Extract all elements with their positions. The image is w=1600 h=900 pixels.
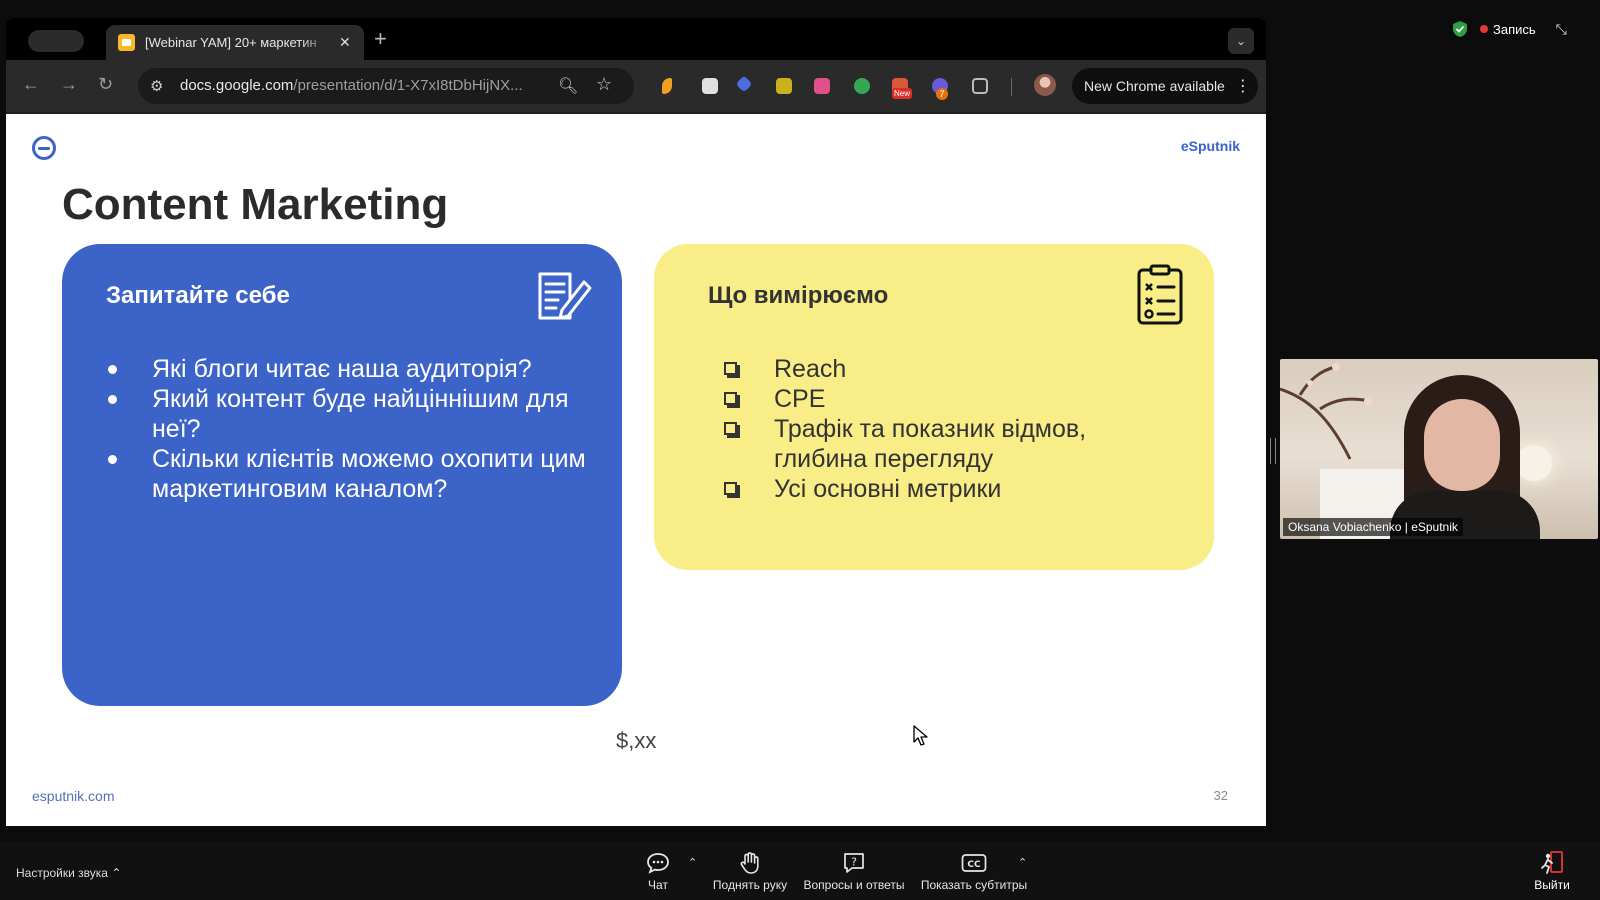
show-captions-label: Показать субтитры — [920, 878, 1028, 892]
checkbox-icon — [724, 362, 737, 375]
back-arrow-icon[interactable]: ← — [22, 74, 40, 95]
more-vertical-icon[interactable]: ⋮ — [1235, 76, 1251, 96]
tab-strip: [Webinar YAM] 20+ маркетин ✕ + ⌄ — [6, 18, 1266, 60]
question-bubble-icon: ? — [844, 853, 864, 873]
reload-icon[interactable]: ↻ — [98, 74, 113, 95]
leave-door-icon — [1541, 851, 1563, 874]
bookmark-star-icon[interactable]: ☆ — [596, 74, 612, 95]
svg-text:?: ? — [851, 856, 857, 869]
site-info-icon[interactable]: ⚙ — [150, 77, 163, 95]
extension-6-icon[interactable] — [854, 78, 870, 94]
browser-window: [Webinar YAM] 20+ маркетин ✕ + ⌄ ← → ↻ ⚙… — [6, 18, 1266, 826]
slide-title: Content Marketing — [62, 180, 449, 229]
chrome-update-label: New Chrome available — [1084, 78, 1225, 94]
tab-close-icon[interactable]: ✕ — [339, 34, 351, 51]
captions-options-chevron-up-icon[interactable]: ⌃ — [1018, 856, 1027, 869]
svg-text:CC: CC — [967, 860, 981, 870]
qa-label: Вопросы и ответы — [803, 878, 905, 892]
chat-button[interactable]: Чат — [638, 850, 678, 892]
tab-presentation[interactable]: [Webinar YAM] 20+ маркетин ✕ — [106, 25, 364, 60]
document-pen-icon — [538, 272, 592, 320]
url-host: docs.google.com — [180, 77, 294, 94]
security-shield-icon[interactable] — [1452, 20, 1468, 38]
list-item: CPE — [722, 384, 1182, 414]
chrome-update-button[interactable]: New Chrome available ⋮ — [1072, 68, 1258, 104]
extension-3-icon[interactable] — [735, 75, 753, 93]
meeting-controls-bar: Настройки звука ⌃ Чат ⌃ Поднять руку ? В… — [0, 842, 1600, 900]
list-item: Reach — [722, 354, 1182, 384]
mouse-pointer-icon — [913, 725, 928, 746]
extension-5-icon[interactable] — [814, 78, 830, 94]
checkbox-icon — [724, 392, 737, 405]
what-we-measure-card: Що вимірюємо Reach CPE Трафік та показни… — [654, 244, 1214, 570]
price-placeholder: $,хх — [616, 728, 657, 753]
clipboard-checklist-icon — [1137, 264, 1183, 325]
slide-page-number: 32 — [1213, 788, 1228, 803]
list-item: Які блоги читає наша аудиторія? — [106, 354, 586, 384]
raise-hand-button[interactable]: Поднять руку — [708, 850, 792, 892]
participant-name: Oksana Vobiachenko | eSputnik — [1283, 518, 1463, 536]
extension-2-icon[interactable] — [702, 78, 718, 94]
chevron-up-icon: ⌃ — [111, 866, 122, 880]
what-we-measure-heading: Що вимірюємо — [708, 282, 889, 309]
recording-indicator: Запись ⤡ — [1452, 18, 1567, 40]
zoom-magnifier-icon[interactable]: 🔍︎ — [558, 76, 578, 96]
extension-count-badge: 7 — [936, 88, 948, 100]
list-item: Який контент буде найціннішим для неї? — [106, 384, 586, 444]
leave-button[interactable]: Выйти — [1530, 850, 1574, 892]
extension-4-icon[interactable] — [776, 78, 792, 94]
esputnik-logo-icon — [32, 136, 56, 160]
leave-label: Выйти — [1534, 878, 1570, 892]
participant-face — [1424, 399, 1500, 491]
url-text[interactable]: docs.google.com/presentation/d/1-X7xI8tD… — [180, 77, 523, 94]
url-path: /presentation/d/1-X7xI8tDbHijNX... — [293, 77, 523, 94]
tab-title: [Webinar YAM] 20+ маркетин — [145, 35, 317, 50]
raise-hand-label: Поднять руку — [712, 878, 788, 892]
ask-yourself-list: Які блоги читає наша аудиторія? Який кон… — [106, 354, 586, 504]
presentation-slide: eSputnik Content Marketing Запитайте себ… — [6, 114, 1266, 826]
recording-dot-icon — [1480, 25, 1488, 33]
address-bar[interactable]: ⚙ docs.google.com/presentation/d/1-X7xI8… — [138, 68, 634, 104]
panel-resize-handle[interactable] — [1270, 438, 1276, 464]
audio-settings-label: Настройки звука — [16, 866, 108, 880]
ask-yourself-heading: Запитайте себе — [106, 282, 290, 309]
audio-settings-button[interactable]: Настройки звука ⌃ — [16, 866, 121, 880]
chat-label: Чат — [648, 878, 668, 892]
hand-icon — [740, 852, 759, 874]
extension-1-icon[interactable] — [662, 78, 672, 94]
checkbox-icon — [724, 422, 737, 435]
chat-options-chevron-up-icon[interactable]: ⌃ — [688, 856, 697, 869]
slide-footer-url: esputnik.com — [32, 788, 115, 804]
ask-yourself-card: Запитайте себе Які блоги читає наша ауди… — [62, 244, 622, 706]
forward-arrow-icon[interactable]: → — [60, 74, 78, 95]
toolbar-divider — [1011, 78, 1012, 96]
what-we-measure-list: Reach CPE Трафік та показник відмов, гли… — [722, 354, 1182, 504]
new-tab-button[interactable]: + — [374, 26, 387, 52]
extensions-puzzle-icon[interactable] — [972, 78, 988, 94]
list-item: Скільки клієнтів можемо охопити цим марк… — [106, 444, 586, 504]
slides-favicon-icon — [118, 34, 135, 51]
exit-fullscreen-icon[interactable]: ⤡ — [1556, 21, 1567, 38]
wall-decor-branch — [1280, 363, 1372, 460]
browser-toolbar: ← → ↻ ⚙ docs.google.com/presentation/d/1… — [6, 60, 1266, 112]
checkbox-icon — [724, 482, 737, 495]
list-item: Усі основні метрики — [722, 474, 1182, 504]
profile-avatar[interactable] — [1034, 74, 1056, 96]
tab-search-chevron-down-icon[interactable]: ⌄ — [1228, 28, 1254, 54]
extension-new-badge: New — [892, 88, 913, 99]
show-captions-button[interactable]: CC Показать субтитры — [920, 850, 1028, 892]
cc-captions-icon: CC — [961, 854, 987, 872]
chat-bubble-icon — [647, 853, 669, 874]
slide-brand: eSputnik — [1180, 138, 1240, 154]
participant-video[interactable]: Oksana Vobiachenko | eSputnik — [1280, 359, 1598, 539]
tab-group-pill[interactable] — [28, 30, 84, 52]
list-item: Трафік та показник відмов, глибина перег… — [722, 414, 1182, 474]
background-lamp — [1516, 445, 1552, 481]
recording-label: Запись — [1493, 21, 1536, 37]
qa-button[interactable]: ? Вопросы и ответы — [802, 850, 906, 892]
